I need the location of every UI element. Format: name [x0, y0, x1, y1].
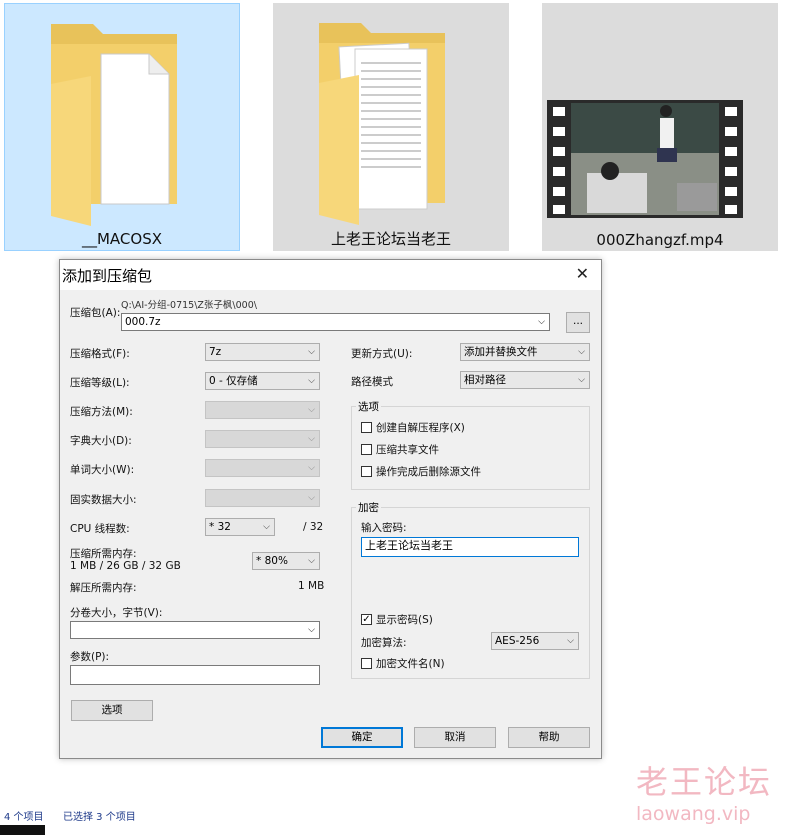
file-tile-video[interactable]: 000Zhangzf.mp4	[542, 3, 778, 251]
cancel-button[interactable]: 取消	[414, 727, 496, 748]
chevron-down-icon: ⌵	[578, 375, 585, 385]
file-tile-folder[interactable]: 上老王论坛当老王	[273, 3, 509, 251]
chevron-down-icon: ⌵	[308, 376, 315, 386]
folder-icon	[319, 23, 445, 225]
split-size-input[interactable]: ⌵	[70, 621, 320, 639]
threads-value: * 32	[209, 521, 231, 533]
video-thumbnail	[547, 100, 743, 218]
file-name: __MACOSX	[81, 230, 163, 248]
format-select[interactable]: 7z ⌵	[205, 343, 320, 361]
taskbar-edge	[0, 825, 45, 835]
archive-label: 压缩包(A):	[70, 307, 121, 319]
mem-label: 压缩所需内存:	[70, 548, 137, 560]
update-value: 添加并替换文件	[464, 346, 538, 358]
archive-path: Q:\AI-分组-0715\Z张子枫\000\	[121, 300, 257, 311]
password-input[interactable]: 上老王论坛当老王	[361, 537, 579, 557]
archive-name-value: 000.7z	[125, 316, 161, 328]
threads-select[interactable]: * 32 ⌵	[205, 518, 275, 536]
password-label: 输入密码:	[361, 522, 407, 534]
format-label: 压缩格式(F):	[70, 348, 130, 360]
file-name: 000Zhangzf.mp4	[596, 231, 724, 249]
chevron-down-icon: ⌵	[308, 463, 315, 473]
chevron-down-icon[interactable]: ⌵	[308, 622, 315, 638]
shared-checkbox[interactable]	[361, 444, 372, 455]
status-bar: 4 个项目 已选择 3 个项目	[0, 805, 800, 825]
folder-icon	[51, 24, 177, 226]
ok-button[interactable]: 确定	[321, 727, 403, 748]
method-select[interactable]: ⌵	[205, 401, 320, 419]
chevron-down-icon: ⌵	[308, 405, 315, 415]
split-label: 分卷大小，字节(V):	[70, 607, 163, 619]
mem-detail: 1 MB / 26 GB / 32 GB	[70, 560, 181, 572]
browse-button[interactable]: ...	[566, 312, 590, 333]
solid-select[interactable]: ⌵	[205, 489, 320, 507]
dialog-titlebar: 添加到压缩包 ✕	[60, 260, 601, 290]
close-icon[interactable]: ✕	[576, 264, 589, 283]
path-select[interactable]: 相对路径 ⌵	[460, 371, 590, 389]
update-select[interactable]: 添加并替换文件 ⌵	[460, 343, 590, 361]
delete-label: 操作完成后删除源文件	[376, 466, 481, 478]
decomp-value: 1 MB	[298, 580, 325, 592]
encrypt-names-checkbox[interactable]	[361, 658, 372, 669]
level-value: 0 - 仅存储	[209, 375, 258, 387]
sfx-label: 创建自解压程序(X)	[376, 422, 465, 434]
update-label: 更新方式(U):	[351, 348, 413, 360]
shared-label: 压缩共享文件	[376, 444, 439, 456]
level-select[interactable]: 0 - 仅存储 ⌵	[205, 372, 320, 390]
status-selected-count: 已选择 3 个项目	[63, 812, 136, 823]
file-tile-macosx[interactable]: __MACOSX	[4, 3, 240, 251]
format-value: 7z	[209, 346, 222, 358]
delete-checkbox[interactable]	[361, 466, 372, 477]
enc-method-label: 加密算法:	[361, 637, 407, 649]
chevron-down-icon: ⌵	[308, 556, 315, 566]
dict-select[interactable]: ⌵	[205, 430, 320, 448]
dict-label: 字典大小(D):	[70, 435, 132, 447]
add-to-archive-dialog: 添加到压缩包 ✕ 压缩包(A): Q:\AI-分组-0715\Z张子枫\000\…	[59, 259, 602, 759]
enc-method-select[interactable]: AES-256 ⌵	[491, 632, 579, 650]
level-label: 压缩等级(L):	[70, 377, 130, 389]
word-label: 单词大小(W):	[70, 464, 135, 476]
encrypt-names-label: 加密文件名(N)	[376, 658, 445, 670]
chevron-down-icon: ⌵	[263, 522, 270, 532]
chevron-down-icon: ⌵	[308, 434, 315, 444]
path-label: 路径模式	[351, 376, 393, 388]
threads-max: / 32	[303, 521, 324, 533]
watermark-name: 老王论坛	[636, 763, 773, 801]
chevron-down-icon: ⌵	[578, 347, 585, 357]
show-password-label: 显示密码(S)	[376, 614, 433, 626]
method-label: 压缩方法(M):	[70, 406, 133, 418]
encrypt-group-title: 加密	[356, 500, 381, 515]
threads-label: CPU 线程数:	[70, 523, 130, 535]
options-button[interactable]: 选项	[71, 700, 153, 721]
chevron-down-icon: ⌵	[567, 636, 574, 646]
password-value: 上老王论坛当老王	[365, 539, 453, 552]
path-value: 相对路径	[464, 374, 506, 386]
show-password-checkbox[interactable]: ✓	[361, 614, 372, 625]
params-label: 参数(P):	[70, 651, 110, 663]
word-select[interactable]: ⌵	[205, 459, 320, 477]
options-group-title: 选项	[356, 399, 381, 414]
chevron-down-icon: ⌵	[308, 347, 315, 357]
decomp-label: 解压所需内存:	[70, 582, 137, 594]
chevron-down-icon[interactable]: ⌵	[538, 314, 545, 330]
help-button[interactable]: 帮助	[508, 727, 590, 748]
params-input[interactable]	[70, 665, 320, 685]
status-item-count: 4 个项目	[4, 812, 44, 823]
sfx-checkbox[interactable]	[361, 422, 372, 433]
archive-name-input[interactable]: 000.7z ⌵	[121, 313, 550, 331]
solid-label: 固实数据大小:	[70, 494, 137, 506]
file-name: 上老王论坛当老王	[330, 230, 451, 248]
chevron-down-icon: ⌵	[308, 493, 315, 503]
enc-method-value: AES-256	[495, 635, 540, 647]
mem-select[interactable]: * 80% ⌵	[252, 552, 320, 570]
mem-value: * 80%	[256, 555, 288, 567]
dialog-title: 添加到压缩包	[62, 267, 153, 285]
